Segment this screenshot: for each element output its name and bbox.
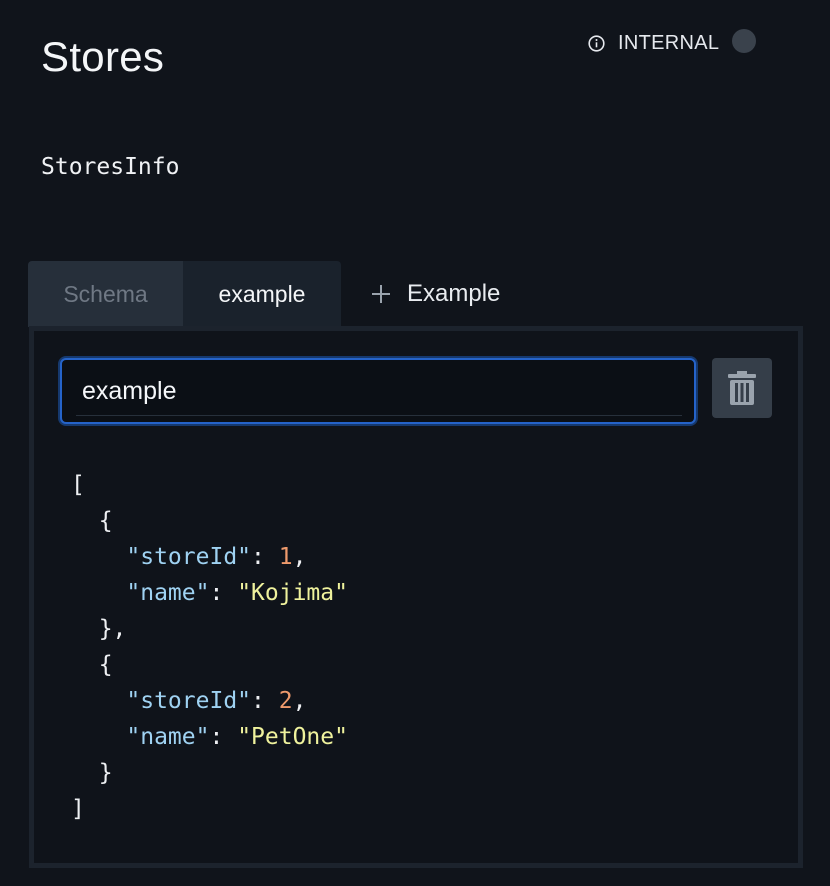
code-line: "storeId": 2, [71,688,306,714]
tab-schema[interactable]: Schema [28,261,183,327]
code-token-punc: , [292,544,307,570]
code-token-punc: : [209,580,238,606]
code-token-punc: : [209,724,238,750]
code-token-punc: }, [71,616,127,642]
code-token-punc: [ [71,472,85,498]
code-token-num: 1 [278,544,293,570]
code-line: ] [71,796,85,822]
add-example-button[interactable]: Example [371,261,500,327]
code-line: "storeId": 1, [71,544,306,570]
example-code-block: [ { "storeId": 1, "name": "Kojima" }, { … [71,467,348,827]
code-line: { [71,508,113,534]
code-token-punc: { [71,508,113,534]
tab-schema-label: Schema [63,280,148,307]
code-token-punc [71,724,126,750]
page-title: Stores [41,33,165,80]
trash-icon [728,371,756,405]
plus-icon [372,285,390,303]
tab-example[interactable]: example [183,261,341,327]
delete-example-button[interactable] [712,358,772,418]
code-line: { [71,652,113,678]
example-tabs: Schema example Example [28,261,500,327]
code-token-punc: { [71,652,113,678]
internal-toggle[interactable] [732,29,756,53]
code-token-key: "storeId" [126,544,252,570]
description-text: StoresInfo [41,154,180,180]
internal-badge-label: INTERNAL [618,31,720,54]
code-line: } [71,760,113,786]
code-token-punc: , [292,688,307,714]
code-token-punc [71,688,126,714]
code-token-punc: ] [71,796,85,822]
code-token-str: "PetOne" [237,724,348,750]
code-token-punc: } [71,760,113,786]
code-token-punc: : [251,688,279,714]
page: Stores INTERNAL StoresInfo Schema exampl… [0,0,830,886]
info-circle-icon [588,34,605,52]
tab-example-label: example [218,280,306,307]
code-line: [ [71,472,85,498]
code-token-key: "name" [126,724,210,750]
code-token-key: "storeId" [126,688,252,714]
input-underline [76,415,682,416]
example-panel: [ { "storeId": 1, "name": "Kojima" }, { … [29,326,803,868]
code-token-punc: : [251,544,279,570]
code-line: "name": "Kojima" [71,580,348,606]
add-example-label: Example [407,280,501,307]
code-token-punc [71,544,126,570]
code-token-num: 2 [278,688,293,714]
code-line: }, [71,616,127,642]
code-token-str: "Kojima" [237,580,348,606]
code-line: "name": "PetOne" [71,724,348,750]
internal-badge: INTERNAL [588,30,719,56]
code-token-punc [71,580,126,606]
code-token-key: "name" [126,580,210,606]
